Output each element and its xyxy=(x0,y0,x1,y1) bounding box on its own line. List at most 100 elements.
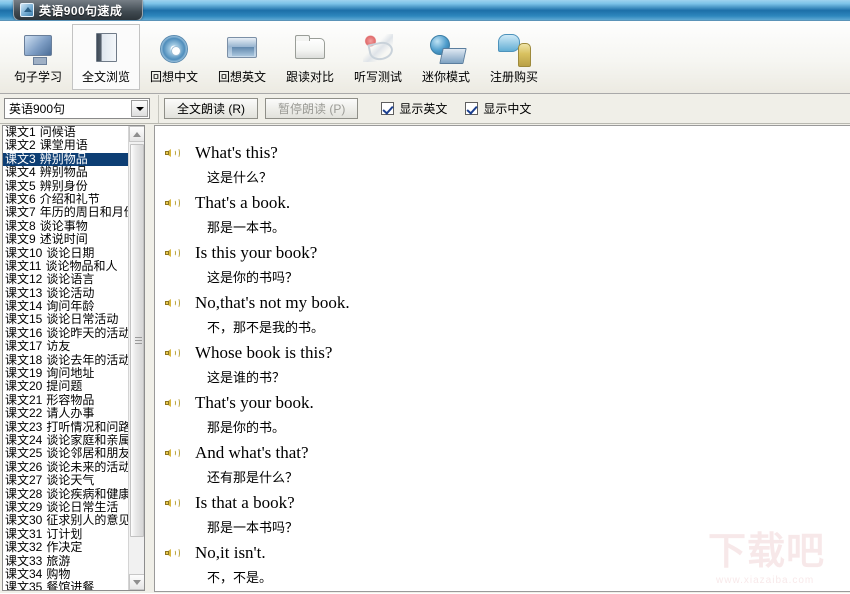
lesson-list-item[interactable]: 课文13 谈论活动 xyxy=(3,287,128,300)
lesson-title: 谈论天气 xyxy=(46,474,95,488)
speaker-icon[interactable] xyxy=(165,346,183,360)
lesson-title: 述说时间 xyxy=(39,233,88,247)
application-window: 英语900句速成 句子学习 全文浏览 回想中文 回想英文 跟读对比 听写测试 迷… xyxy=(0,0,850,594)
lesson-number: 课文7 xyxy=(5,206,36,220)
sentence-english-row[interactable]: That's a book. xyxy=(163,190,850,215)
lesson-list-item[interactable]: 课文30 征求别人的意见 xyxy=(3,514,128,527)
lesson-list-scrollbar[interactable] xyxy=(128,126,144,590)
scrollbar-thumb[interactable] xyxy=(130,144,144,537)
sentence-english-row[interactable]: No,that's not my book. xyxy=(163,290,850,315)
lesson-list-item[interactable]: 课文20 提问题 xyxy=(3,380,128,393)
toolbar-button-dictation-test[interactable]: 听写测试 xyxy=(344,24,412,90)
lesson-list-item[interactable]: 课文6 介绍和礼节 xyxy=(3,193,128,206)
sentence-english-row[interactable]: Whose book is this? xyxy=(163,340,850,365)
lesson-title: 谈论邻居和朋友 xyxy=(46,447,128,461)
toolbar-button-recall-chinese[interactable]: 回想中文 xyxy=(140,24,208,90)
speaker-icon[interactable] xyxy=(165,496,183,510)
lesson-list-item[interactable]: 课文25 谈论邻居和朋友 xyxy=(3,447,128,460)
lesson-list-item[interactable]: 课文19 询问地址 xyxy=(3,367,128,380)
speaker-icon[interactable] xyxy=(165,146,183,160)
lesson-list-item[interactable]: 课文11 谈论物品和人 xyxy=(3,260,128,273)
show-chinese-checkbox[interactable]: 显示中文 xyxy=(465,100,531,117)
lesson-list-item[interactable]: 课文10 谈论日期 xyxy=(3,247,128,260)
window-title-tab[interactable]: 英语900句速成 xyxy=(13,0,143,20)
lesson-list-item[interactable]: 课文7 年历的周日和月份 xyxy=(3,206,128,219)
lesson-list-item[interactable]: 课文26 谈论未来的活动 xyxy=(3,461,128,474)
lesson-list-item[interactable]: 课文28 谈论疾病和健康 xyxy=(3,488,128,501)
toolbar-button-full-text-browse[interactable]: 全文浏览 xyxy=(72,24,140,90)
speaker-icon[interactable] xyxy=(165,396,183,410)
lesson-list-item[interactable]: 课文5 辨别身份 xyxy=(3,180,128,193)
lesson-list-item[interactable]: 课文18 谈论去年的活动 xyxy=(3,354,128,367)
speaker-icon[interactable] xyxy=(165,196,183,210)
lesson-list-item[interactable]: 课文1 问候语 xyxy=(3,126,128,139)
lesson-list-item[interactable]: 课文23 打听情况和问路 xyxy=(3,421,128,434)
cd-icon xyxy=(157,31,191,65)
lesson-list-item[interactable]: 课文33 旅游 xyxy=(3,555,128,568)
lesson-title: 谈论日常生活 xyxy=(46,500,119,514)
lesson-number: 课文9 xyxy=(5,233,36,247)
sentence-english-text: Whose book is this? xyxy=(195,342,333,362)
lesson-title: 谈论活动 xyxy=(46,286,95,300)
course-select[interactable]: 英语900句 xyxy=(4,98,150,119)
show-english-label: 显示英文 xyxy=(399,102,448,116)
sentence-english-text: And what's that? xyxy=(195,442,309,462)
lesson-list-item[interactable]: 课文14 询问年龄 xyxy=(3,300,128,313)
toolbar-button-mini-mode[interactable]: 迷你模式 xyxy=(412,24,480,90)
scroll-up-arrow-icon[interactable] xyxy=(129,126,144,142)
pause-reading-button[interactable]: 暂停朗读 (P) xyxy=(265,98,359,119)
window-title: 英语900句速成 xyxy=(39,3,123,18)
lesson-list-item[interactable]: 课文15 谈论日常活动 xyxy=(3,313,128,326)
sentence-english-row[interactable]: That's your book. xyxy=(163,390,850,415)
sentence-english-row[interactable]: Is this your book? xyxy=(163,240,850,265)
sentence-chinese-text: 这是谁的书？ xyxy=(207,370,286,385)
lesson-list-item[interactable]: 课文31 订计划 xyxy=(3,528,128,541)
read-all-button[interactable]: 全文朗读 (R) xyxy=(164,98,258,119)
sentence-chinese-text: 不，不是。 xyxy=(207,570,273,585)
chevron-down-icon[interactable] xyxy=(131,100,148,117)
toolbar-button-read-compare[interactable]: 跟读对比 xyxy=(276,24,344,90)
lesson-list-item[interactable]: 课文8 谈论事物 xyxy=(3,220,128,233)
toolbar-button-recall-english[interactable]: 回想英文 xyxy=(208,24,276,90)
toolbar-button-register-purchase[interactable]: 注册购买 xyxy=(480,24,548,90)
toolbar-button-sentence-study[interactable]: 句子学习 xyxy=(4,24,72,90)
lesson-list-item[interactable]: 课文9 述说时间 xyxy=(3,233,128,246)
lesson-list-item[interactable]: 课文21 形容物品 xyxy=(3,394,128,407)
show-english-checkbox[interactable]: 显示英文 xyxy=(381,100,447,117)
lesson-title: 谈论物品和人 xyxy=(45,259,118,273)
lesson-list-item[interactable]: 课文3 辨别物品 xyxy=(3,152,128,167)
lesson-number: 课文1 xyxy=(5,126,36,139)
monitor-icon xyxy=(21,31,55,65)
lesson-title: 课堂用语 xyxy=(39,139,88,153)
lesson-list-item[interactable]: 课文12 谈论语言 xyxy=(3,273,128,286)
lesson-title: 形容物品 xyxy=(46,393,95,407)
lesson-list-item[interactable]: 课文27 谈论天气 xyxy=(3,474,128,487)
lesson-list-item[interactable]: 课文2 课堂用语 xyxy=(3,139,128,152)
speaker-icon[interactable] xyxy=(165,446,183,460)
lesson-list-item[interactable]: 课文24 谈论家庭和亲属 xyxy=(3,434,128,447)
lesson-list-item[interactable]: 课文22 请人办事 xyxy=(3,407,128,420)
lesson-number: 课文4 xyxy=(5,166,36,180)
sentence-english-row[interactable]: No,it isn't. xyxy=(163,540,850,565)
lesson-number: 课文8 xyxy=(5,219,36,233)
lesson-list-item[interactable]: 课文29 谈论日常生活 xyxy=(3,501,128,514)
sentence-english-row[interactable]: What's this? xyxy=(163,140,850,165)
sentence-english-row[interactable]: Is that a book? xyxy=(163,490,850,515)
lesson-list-item[interactable]: 课文34 购物 xyxy=(3,568,128,581)
speaker-icon[interactable] xyxy=(165,296,183,310)
sentence-english-row[interactable]: And what's that? xyxy=(163,440,850,465)
lesson-number: 课文25 xyxy=(5,447,43,461)
sentence-chinese-text: 那是一本书。 xyxy=(207,220,286,235)
lesson-listbox[interactable]: 课文1 问候语 课文2 课堂用语 课文3 辨别物品 课文4 辨别物品 课文5 辨别身份 课文6 介绍和… xyxy=(2,125,145,591)
speaker-icon[interactable] xyxy=(165,546,183,560)
lesson-list-item[interactable]: 课文4 辨别物品 xyxy=(3,166,128,179)
lesson-list-item[interactable]: 课文35 餐馆进餐 xyxy=(3,581,128,590)
lesson-list-item[interactable]: 课文16 谈论昨天的活动 xyxy=(3,327,128,340)
lesson-list-item[interactable]: 课文32 作决定 xyxy=(3,541,128,554)
lesson-title: 打听情况和问路 xyxy=(46,420,128,434)
scroll-down-arrow-icon[interactable] xyxy=(129,574,144,590)
lesson-number: 课文21 xyxy=(5,393,43,407)
speaker-icon[interactable] xyxy=(165,246,183,260)
lesson-number: 课文12 xyxy=(5,273,43,287)
lesson-list-item[interactable]: 课文17 访友 xyxy=(3,340,128,353)
